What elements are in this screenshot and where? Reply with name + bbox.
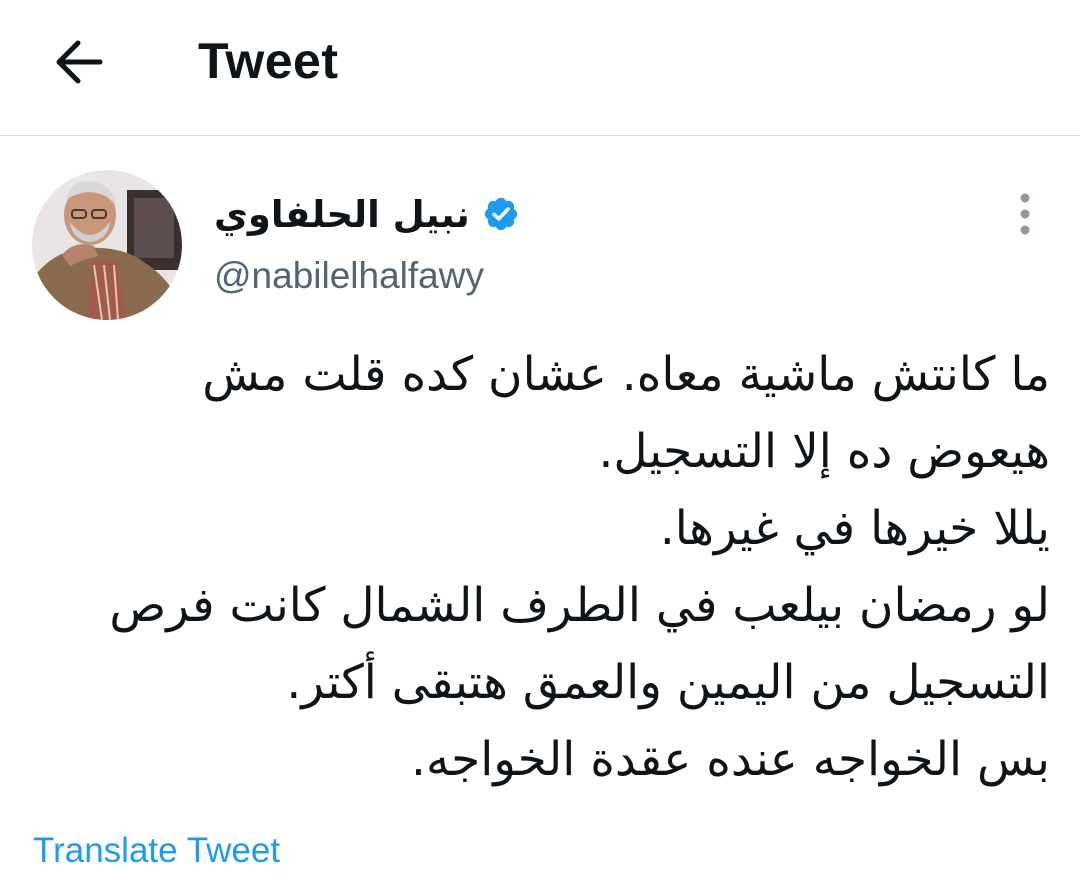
back-button[interactable] (48, 32, 108, 92)
top-bar: Tweet (0, 0, 1080, 136)
tweet-line: هيعوض ده إلا التسجيل. (598, 424, 1050, 479)
display-name[interactable]: نبيل الحلفاوي (214, 193, 470, 236)
translate-tweet-link[interactable]: Translate Tweet (33, 829, 280, 873)
verified-badge-icon (482, 195, 520, 233)
tweet-line: بس الخواجه عنده عقدة الخواجه. (411, 732, 1050, 787)
tweet-line: التسجيل من اليمين والعمق هتبقى أكتر. (286, 655, 1050, 710)
arrow-left-icon (56, 40, 103, 84)
author-name-row[interactable]: نبيل الحلفاوي (214, 190, 520, 238)
tweet-text: ما كانتش ماشية معاه. عشان كده قلت مش هيع… (40, 336, 1050, 798)
tweet-line: ما كانتش ماشية معاه. عشان كده قلت مش (202, 347, 1050, 402)
more-options-button[interactable] (1004, 190, 1046, 240)
more-vertical-icon (1020, 193, 1030, 235)
profile-photo (32, 170, 182, 320)
tweet-line: يللا خيرها في غيرها. (659, 501, 1050, 556)
tweet-line: لو رمضان بيلعب في الطرف الشمال كانت فرص (109, 578, 1050, 633)
avatar[interactable] (32, 170, 182, 320)
author-handle[interactable]: @nabilelhalfawy (214, 252, 484, 300)
page-title: Tweet (198, 33, 339, 89)
